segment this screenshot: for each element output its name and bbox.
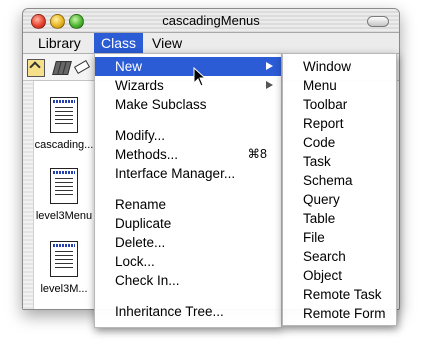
submenu-item-object[interactable]: Object (283, 266, 396, 285)
menu-item-delete[interactable]: Delete... (95, 233, 281, 252)
file-name: level3Menu (35, 210, 93, 222)
submenu-item-task[interactable]: Task (283, 152, 396, 171)
list-item[interactable]: level3Menu (33, 168, 95, 222)
menu-item-wizards[interactable]: Wizards (95, 76, 281, 95)
new-submenu: Window Menu Toolbar Report Code Task Sch… (282, 53, 397, 326)
menu-item-methods[interactable]: Methods... ⌘8 (95, 145, 281, 164)
menu-item-make-subclass[interactable]: Make Subclass (95, 95, 281, 114)
menu-bar: Library Class View (23, 33, 399, 54)
submenu-item-toolbar[interactable]: Toolbar (283, 95, 396, 114)
submenu-item-code[interactable]: Code (283, 133, 396, 152)
toolbar-toggle-button[interactable] (367, 16, 389, 27)
menu-item-modify[interactable]: Modify... (95, 126, 281, 145)
books-icon[interactable] (52, 59, 72, 75)
submenu-item-remote-form[interactable]: Remote Form (283, 304, 396, 323)
submenu-item-report[interactable]: Report (283, 114, 396, 133)
menu-item-label: Interface Manager... (115, 166, 236, 181)
class-menu: New Wizards Make Subclass Modify... Meth… (94, 53, 282, 328)
menu-item-label: Wizards (115, 78, 164, 93)
folder-up-icon[interactable] (27, 59, 45, 77)
menu-library[interactable]: Library (31, 33, 88, 53)
menu-item-duplicate[interactable]: Duplicate (95, 214, 281, 233)
submenu-item-table[interactable]: Table (283, 209, 396, 228)
menu-item-check-in[interactable]: Check In... (95, 271, 281, 290)
menu-item-inheritance-tree[interactable]: Inheritance Tree... (95, 302, 281, 321)
submenu-item-remote-task[interactable]: Remote Task (283, 285, 396, 304)
document-icon (50, 97, 78, 133)
submenu-arrow-icon (266, 81, 273, 89)
submenu-item-menu[interactable]: Menu (283, 76, 396, 95)
menu-item-label: Inheritance Tree... (115, 304, 224, 319)
title-bar[interactable]: cascadingMenus (23, 9, 399, 33)
submenu-item-file[interactable]: File (283, 228, 396, 247)
list-item[interactable]: level3M... (33, 241, 95, 295)
submenu-item-search[interactable]: Search (283, 247, 396, 266)
file-name: level3M... (40, 283, 88, 295)
submenu-item-window[interactable]: Window (283, 57, 396, 76)
menu-item-label: Lock... (115, 254, 155, 269)
menu-item-label: Rename (115, 197, 167, 212)
list-item[interactable]: cascading... (33, 97, 95, 151)
menu-item-label: Check In... (115, 273, 180, 288)
document-icon (50, 241, 78, 277)
document-icon (50, 168, 78, 204)
menu-item-interface-manager[interactable]: Interface Manager... (95, 164, 281, 183)
menu-item-label: Modify... (115, 128, 166, 143)
menu-item-rename[interactable]: Rename (95, 195, 281, 214)
submenu-item-schema[interactable]: Schema (283, 171, 396, 190)
window-title: cascadingMenus (162, 13, 260, 28)
menu-class[interactable]: Class (94, 33, 144, 53)
menu-item-label: New (115, 59, 143, 74)
menu-item-lock[interactable]: Lock... (95, 252, 281, 271)
submenu-item-query[interactable]: Query (283, 190, 396, 209)
menu-item-label: Methods... (115, 147, 179, 162)
file-name: cascading... (34, 139, 94, 151)
eraser-icon[interactable] (73, 59, 91, 75)
file-list: cascading... level3Menu level3M... (23, 81, 96, 309)
menu-item-new[interactable]: New (95, 57, 281, 76)
shortcut-label: ⌘8 (247, 147, 267, 161)
menu-item-label: Delete... (115, 235, 166, 250)
menu-view[interactable]: View (145, 33, 189, 53)
submenu-arrow-icon (266, 62, 273, 70)
menu-item-label: Duplicate (115, 216, 172, 231)
menu-item-label: Make Subclass (115, 97, 207, 112)
